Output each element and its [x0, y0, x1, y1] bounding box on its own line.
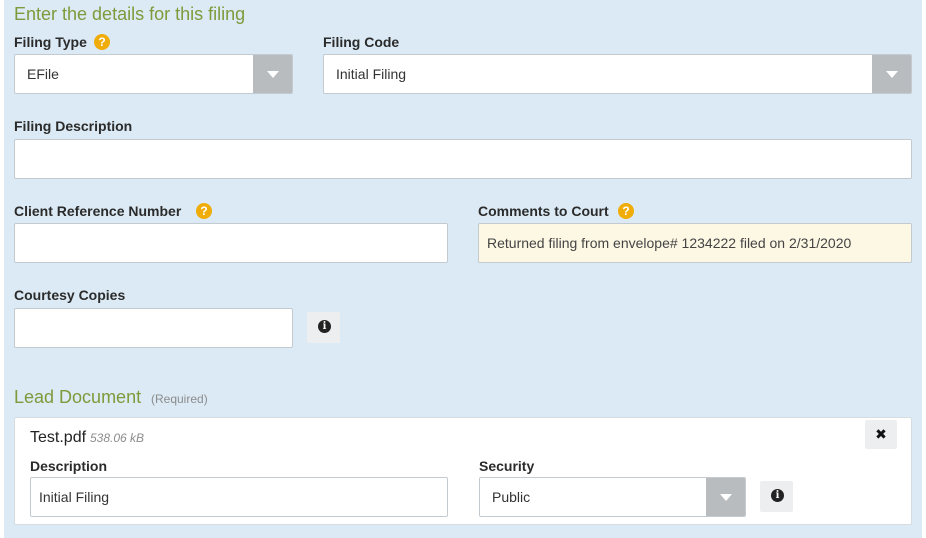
client-reference-number-input[interactable] — [14, 223, 448, 263]
filing-code-select[interactable]: Initial Filing — [323, 54, 912, 94]
file-name[interactable]: Test.pdf — [30, 429, 86, 447]
filing-code-value: Initial Filing — [336, 66, 407, 82]
required-note: (Required) — [151, 392, 208, 406]
info-icon: i — [771, 489, 784, 502]
comments-to-court-input[interactable]: Returned filing from envelope# 1234222 f… — [478, 223, 912, 263]
info-icon: i — [318, 320, 331, 333]
chevron-down-icon[interactable] — [872, 55, 911, 93]
filing-type-help-icon[interactable]: ? — [94, 34, 110, 50]
security-select[interactable]: Public — [479, 477, 746, 517]
client-reference-number-label: Client Reference Number — [14, 203, 182, 219]
filing-code-label: Filing Code — [323, 34, 400, 50]
courtesy-copies-label: Courtesy Copies — [14, 287, 126, 303]
filing-description-input[interactable] — [14, 139, 912, 179]
security-info-button[interactable]: i — [760, 481, 793, 512]
filing-type-label: Filing Type — [14, 34, 87, 50]
comments-to-court-help-icon[interactable]: ? — [618, 203, 634, 219]
remove-document-button[interactable]: ✖ — [865, 420, 897, 449]
courtesy-copies-info-button[interactable]: i — [307, 312, 340, 343]
filing-type-select[interactable]: EFile — [14, 54, 293, 94]
security-label: Security — [479, 458, 535, 474]
filing-details-heading: Enter the details for this filing — [14, 4, 246, 24]
document-description-input[interactable]: Initial Filing — [30, 477, 448, 517]
close-icon: ✖ — [875, 426, 887, 442]
filing-type-value: EFile — [27, 66, 59, 82]
document-description-label: Description — [30, 458, 108, 474]
security-value: Public — [492, 489, 531, 505]
file-size: 538.06 kB — [90, 431, 145, 445]
filing-description-label: Filing Description — [14, 118, 133, 134]
chevron-down-icon[interactable] — [706, 478, 745, 516]
chevron-down-icon[interactable] — [253, 55, 292, 93]
comments-to-court-label: Comments to Court — [478, 203, 609, 219]
lead-document-heading: Lead Document — [14, 387, 142, 407]
client-reference-help-icon[interactable]: ? — [196, 203, 212, 219]
lead-document-card: Test.pdf 538.06 kB ✖ Description Initial… — [14, 417, 912, 525]
courtesy-copies-input[interactable] — [14, 308, 293, 348]
